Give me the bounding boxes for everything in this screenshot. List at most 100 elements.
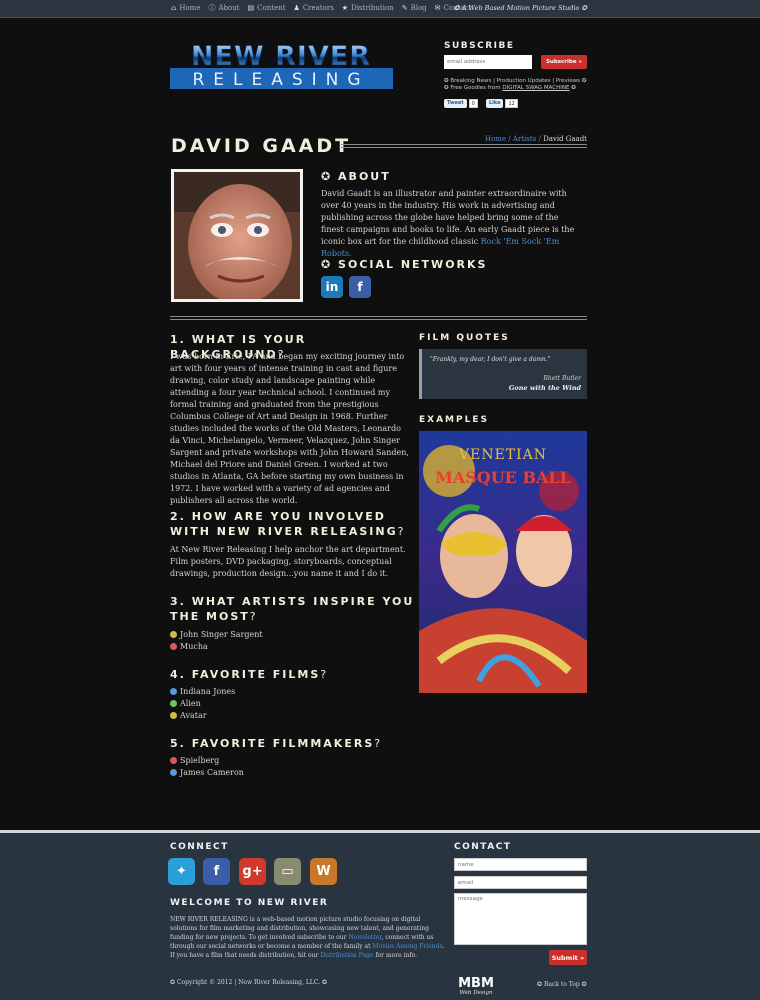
subscribe-heading: SUBSCRIBE [444,41,515,51]
question-title: FAVORITE FILMMAKERS [191,737,375,750]
tweet-button[interactable]: Tweet [444,99,467,108]
subscribe-email-input[interactable] [444,55,532,69]
question-heading: 3. WHAT ARTISTS INSPIRE YOU THE MOST? [170,594,415,624]
question-answer: I was born in Erie, PA and began my exci… [170,352,409,505]
nav-item-distribution[interactable]: ★ Distribution [342,3,394,13]
nav-label: About [218,4,240,12]
star-bullet-icon: ✪ [321,258,339,271]
bullet-icon [170,631,177,638]
subscribe-info-text: Breaking News | Production Updates | Pre… [450,78,581,84]
nav-label: Blog [410,4,427,12]
nav-label: Home [179,4,201,12]
subscribe-button[interactable]: Subscribe » [541,55,587,69]
about-heading: ✪ ABOUT [321,170,391,183]
logo-line2: RELEASING [192,70,369,89]
nav-item-creators[interactable]: ♟ Creators [294,3,334,13]
subscribe-info-line: ✪ Breaking News | Production Updates | P… [444,78,587,84]
facebook-icon[interactable]: f [349,276,371,298]
list-item-label: James Cameron [180,768,244,777]
nav-item-content[interactable]: ▤ Content [248,3,286,13]
back-to-top-link[interactable]: ✪ Back to Top ✪ [537,981,587,988]
tweet-widget[interactable]: Tweet 0 [444,99,478,108]
bullet-icon [170,769,177,776]
question-num: 4. [170,668,186,681]
breadcrumb-artists[interactable]: Artists [513,135,536,143]
social-heading-text: SOCIAL NETWORKS [338,258,488,271]
copyright: ✪ Copyright © 2012 | New River Releasing… [170,979,328,986]
nav-label: Creators [302,4,334,12]
question-num: 2. [170,510,186,523]
example-artwork[interactable]: VENETIAN MASQUE BALL [419,431,587,693]
like-button[interactable]: Like [486,99,504,108]
welcome-text: NEW RIVER RELEASING is a web-based motio… [170,915,447,960]
facebook-icon[interactable]: f [203,858,230,885]
tweet-count: 0 [468,99,478,108]
social-heading: ✪ SOCIAL NETWORKS [321,258,487,271]
welcome-heading: WELCOME TO NEW RIVER [170,898,329,908]
w-icon[interactable]: W [310,858,337,885]
info-icon: ⓘ [208,4,216,12]
tagline-text: A Web Based Motion Picture Studio [461,4,580,12]
artwork-title-line2: MASQUE BALL [435,468,571,487]
contact-message-input[interactable] [454,893,587,945]
digital-swag-link[interactable]: DIGITAL SWAG MACHINE [502,85,569,91]
pencil-icon: ✎ [401,4,408,12]
linkedin-icon[interactable]: in [321,276,343,298]
question-num: 1. [170,333,186,346]
tv-icon[interactable]: ▭ [274,858,301,885]
nav-item-home[interactable]: ⌂ Home [171,3,200,13]
examples-heading: EXAMPLES [419,415,489,425]
quote-author: Rhett Butler [543,375,581,382]
about-text: David Gaadt is an illustrator and painte… [321,188,583,260]
list-item: Avatar [170,711,207,720]
list-item-label: Avatar [180,711,207,720]
about-heading-text: ABOUT [338,170,391,183]
question-mark: ? [374,737,383,750]
question-num: 5. [170,737,186,750]
home-icon: ⌂ [171,4,177,12]
artwork-image: VENETIAN MASQUE BALL [419,431,587,693]
google-plus-icon[interactable]: g+ [239,858,266,885]
list-item: Spielberg [170,756,219,765]
artwork-title-line1: VENETIAN [458,447,547,463]
like-widget[interactable]: Like 12 [486,99,518,108]
question-title: WHAT ARTISTS INSPIRE YOU THE MOST [170,595,415,623]
site-logo[interactable]: NEW RIVER RELEASING [170,40,393,89]
question-mark: ? [249,610,258,623]
question-title: FAVORITE FILMS [191,668,321,681]
artist-portrait [171,169,303,302]
movies-among-friends-link[interactable]: Movies Among Friends [372,943,442,950]
subscribe-goodies-line: ✪ Free Goodies from DIGITAL SWAG MACHINE… [444,85,576,91]
goodies-prefix: Free Goodies from [450,85,503,91]
twitter-icon[interactable]: ✦ [168,858,195,885]
list-item: Indiana Jones [170,687,235,696]
quote-text: "Frankly, my dear, I don't give a damn." [430,356,551,363]
breadcrumb-home[interactable]: Home [485,135,506,143]
list-item-label: John Singer Sargent [180,630,263,639]
bullet-icon [170,757,177,764]
content-icon: ▤ [247,4,255,12]
page-title: DAVID GAADT [171,135,352,157]
contact-email-input[interactable] [454,876,587,889]
top-nav: ⌂ Home ⓘ About ▤ Content ♟ Creators ★ Distrib… [171,3,471,13]
nav-item-blog[interactable]: ✎ Blog [402,3,427,13]
contact-submit-button[interactable]: Submit » [549,950,587,965]
list-item-label: Alien [180,699,201,708]
nav-item-about[interactable]: ⓘ About [208,3,239,13]
contact-heading: CONTACT [454,842,512,852]
list-item-label: Mucha [180,642,208,651]
bullet-icon [170,643,177,650]
contact-name-input[interactable] [454,858,587,871]
list-item: Mucha [170,642,208,651]
distribution-page-link[interactable]: Distribution Page [320,952,373,959]
question-answer: At New River Releasing I help anchor the… [170,545,406,578]
portrait-image [174,172,300,299]
bullet-icon [170,712,177,719]
breadcrumb-sep: / [508,135,511,143]
newsletter-link[interactable]: Newsletter [348,934,381,941]
bullet-icon [170,688,177,695]
mbm-logo[interactable]: MBM Web Design [452,974,500,996]
star-icon: ★ [341,4,349,12]
breadcrumb-sep: / [538,135,541,143]
question-heading: 4. FAVORITE FILMS? [170,667,415,682]
